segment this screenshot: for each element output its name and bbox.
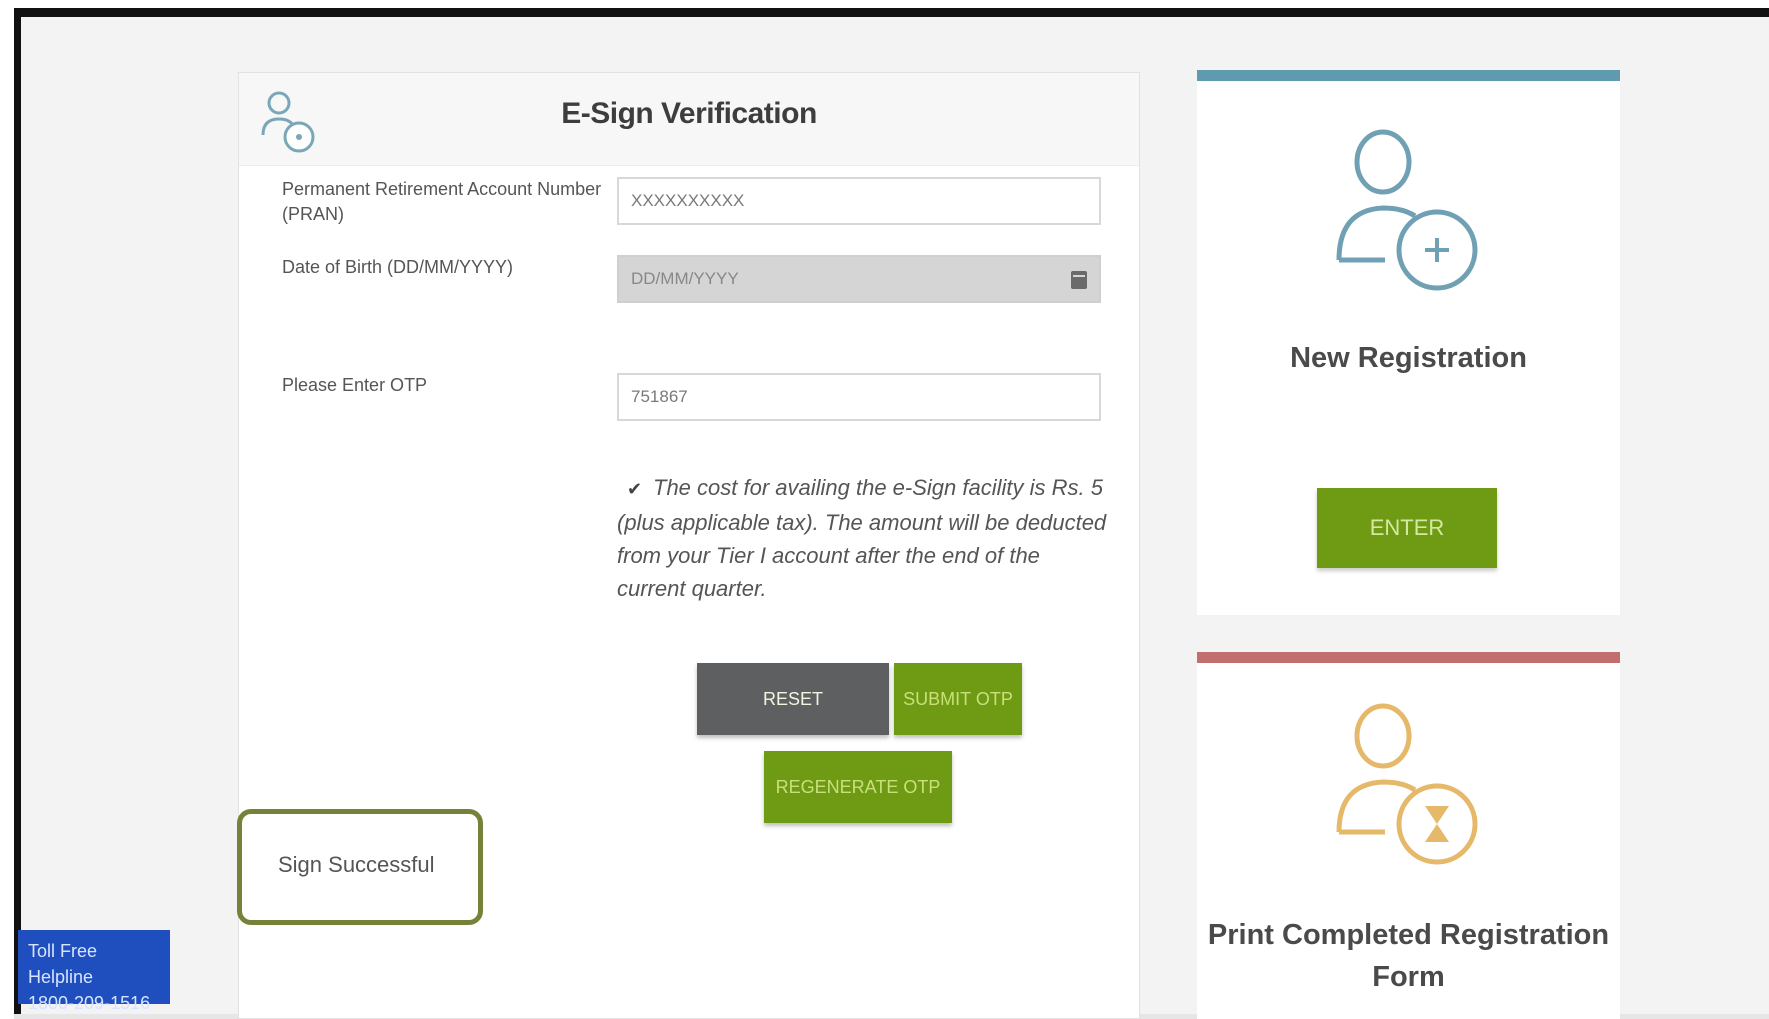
esign-cost-note: ✔ The cost for availing the e-Sign facili… <box>617 471 1107 605</box>
helpline-title: Toll Free Helpline <box>28 941 98 987</box>
submit-otp-button[interactable]: SUBMIT OTP <box>894 663 1022 735</box>
dob-input[interactable]: DD/MM/YYYY <box>617 255 1101 303</box>
note-text: The cost for availing the e-Sign facilit… <box>617 475 1107 601</box>
pran-input[interactable]: XXXXXXXXXX <box>617 177 1101 225</box>
otp-input[interactable]: 751867 <box>617 373 1101 421</box>
print-form-card: Print Completed Registration Form <box>1197 652 1620 1019</box>
esign-card: E-Sign Verification Permanent Retirement… <box>237 72 1140 1019</box>
user-add-icon <box>1336 129 1478 291</box>
checkmark-icon[interactable]: ✔ <box>627 473 645 506</box>
regenerate-otp-button[interactable]: REGENERATE OTP <box>764 751 952 823</box>
new-registration-title: New Registration <box>1290 342 1527 374</box>
status-box: Sign Successful <box>237 809 483 925</box>
reset-button[interactable]: RESET <box>697 663 889 735</box>
helpline-badge[interactable]: Toll Free Helpline 1800-209-1516 <box>18 930 170 1013</box>
dob-label: Date of Birth (DD/MM/YYYY) <box>282 257 514 277</box>
new-registration-card: New Registration ENTER <box>1197 70 1620 615</box>
status-message: Sign Successful <box>278 852 435 877</box>
pran-label: Permanent Retirement Account Number (PRA… <box>282 179 602 224</box>
page-title: E-Sign Verification <box>561 97 817 130</box>
otp-label: Please Enter OTP <box>282 375 428 395</box>
print-form-title[interactable]: Print Completed Registration Form <box>1197 914 1620 998</box>
card-accent-bar <box>1197 652 1620 663</box>
user-hourglass-icon <box>1336 703 1478 865</box>
card-header: E-Sign Verification <box>239 73 1139 166</box>
card-accent-bar <box>1197 70 1620 81</box>
helpline-number: 1800-209-1516 <box>28 993 151 1013</box>
calendar-icon[interactable] <box>1071 271 1087 289</box>
enter-button[interactable]: ENTER <box>1317 488 1497 568</box>
dob-value: DD/MM/YYYY <box>631 269 739 288</box>
